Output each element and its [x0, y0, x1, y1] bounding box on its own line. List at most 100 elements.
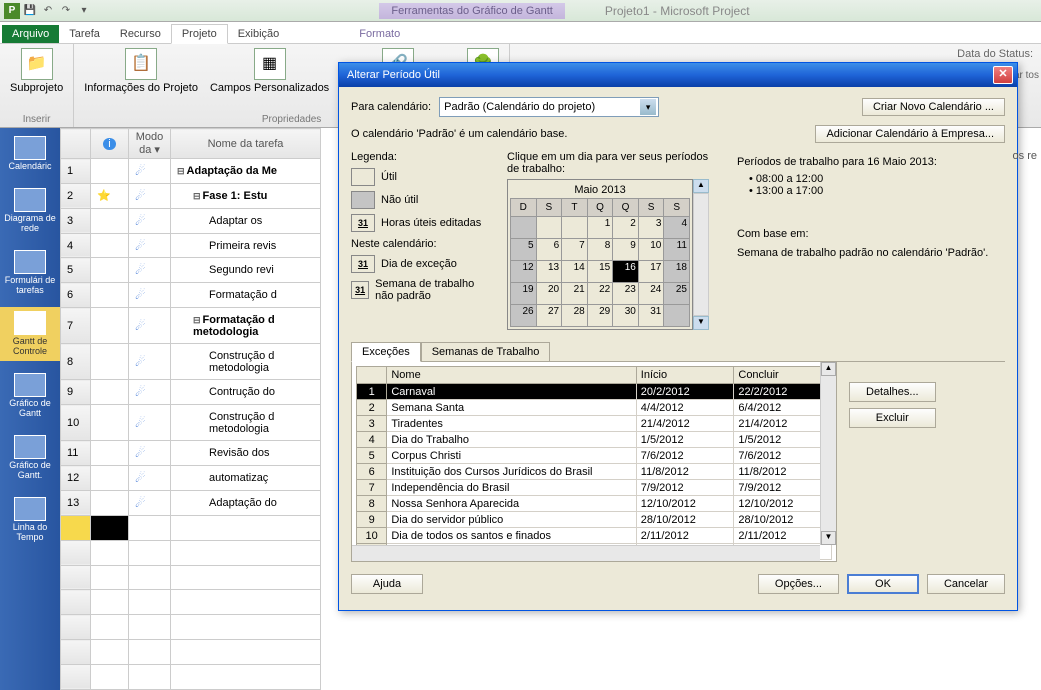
btn-ajuda[interactable]: Ajuda	[351, 574, 423, 594]
exception-row[interactable]: 1Carnaval20/2/201222/2/2012	[357, 384, 832, 400]
btn-add-empresa[interactable]: Adicionar Calendário à Empresa...	[815, 125, 1005, 143]
corner-cell[interactable]	[61, 129, 91, 159]
btn-opcoes[interactable]: Opções...	[758, 574, 839, 594]
view-gráfico-de-gantt[interactable]: Gráfico de Gantt	[0, 369, 60, 423]
exception-row[interactable]: 2Semana Santa4/4/20126/4/2012	[357, 400, 832, 416]
truncated-right: os re	[1013, 150, 1037, 162]
cal-scroll-up[interactable]: ▲	[693, 179, 709, 193]
view-calendáric[interactable]: Calendáric	[0, 132, 60, 176]
periods-heading: Períodos de trabalho para 16 Maio 2013:	[737, 155, 1001, 169]
col-info[interactable]: i	[91, 129, 129, 159]
cal-scroll-down[interactable]: ▼	[693, 316, 709, 330]
tab-formato[interactable]: Formato	[349, 25, 410, 43]
dialog-title: Alterar Período Útil	[347, 69, 993, 81]
group-inserir-label: Inserir	[6, 113, 67, 126]
legend-nonworking: Não útil	[381, 194, 418, 206]
exception-row[interactable]: 3Tiradentes21/4/201221/4/2012	[357, 416, 832, 432]
tab-tarefa[interactable]: Tarefa	[59, 25, 110, 43]
task-row[interactable]: 12☄automatizaç	[61, 466, 321, 491]
btn-ok[interactable]: OK	[847, 574, 919, 594]
view-gantt-de-controle[interactable]: Gantt de Controle	[0, 307, 60, 361]
task-row[interactable]: 10☄Construção d metodologia	[61, 405, 321, 441]
info-icon: 📋	[125, 48, 157, 80]
cal-scrollbar[interactable]	[693, 193, 709, 316]
ribbon-tabs: Arquivo Tarefa Recurso Projeto Exibição …	[0, 22, 1041, 44]
view-icon	[14, 373, 46, 397]
btn-cancelar[interactable]: Cancelar	[927, 574, 1005, 594]
tab-projeto[interactable]: Projeto	[171, 24, 228, 44]
view-gráfico-de-gantt.[interactable]: Gráfico de Gantt.	[0, 431, 60, 485]
subprojeto-icon: 📁	[21, 48, 53, 80]
task-row[interactable]: 4☄Primeira revis	[61, 233, 321, 258]
btn-detalhes[interactable]: Detalhes...	[849, 382, 936, 402]
task-row[interactable]: 11☄Revisão dos	[61, 441, 321, 466]
legend-exception-icon: 31	[351, 255, 375, 273]
exc-scroll-h[interactable]	[352, 545, 820, 561]
para-calendario-label: Para calendário:	[351, 101, 431, 113]
click-day-label: Clique em um dia para ver seus períodos …	[507, 151, 717, 175]
dialog-titlebar[interactable]: Alterar Período Útil ✕	[339, 63, 1017, 87]
redo-icon[interactable]: ↷	[58, 3, 74, 19]
titlebar: P 💾 ↶ ↷ ▾ Ferramentas do Gráfico de Gant…	[0, 0, 1041, 22]
app-icon[interactable]: P	[4, 3, 20, 19]
task-row[interactable]: 2⭐☄⊟Fase 1: Estu	[61, 183, 321, 208]
exception-row[interactable]: 6Instituição dos Cursos Jurídicos do Bra…	[357, 464, 832, 480]
tab-excecoes[interactable]: Exceções	[351, 342, 421, 362]
task-row[interactable]: 13☄Adaptação do	[61, 490, 321, 515]
tab-semanas[interactable]: Semanas de Trabalho	[421, 342, 551, 362]
col-nome[interactable]: Nome da tarefa	[171, 129, 321, 159]
undo-icon[interactable]: ↶	[40, 3, 56, 19]
mini-calendar[interactable]: Maio 2013 DSTQQSS12345678910111213141516…	[507, 179, 693, 330]
exc-scroll-v[interactable]: ▲ ▼	[820, 362, 836, 545]
base-calendar-note: O calendário 'Padrão' é um calendário ba…	[351, 128, 567, 140]
task-row[interactable]: 5☄Segundo revi	[61, 258, 321, 283]
btn-novo-calendario[interactable]: Criar Novo Calendário ...	[862, 98, 1005, 116]
view-diagrama-de-rede[interactable]: Diagrama de rede	[0, 184, 60, 238]
task-row[interactable]: 8☄Construção d metodologia	[61, 344, 321, 380]
view-icon	[14, 497, 46, 521]
exc-col-inicio[interactable]: Início	[636, 367, 734, 384]
tab-file[interactable]: Arquivo	[2, 25, 59, 43]
exception-row[interactable]: 9Dia do servidor público28/10/201228/10/…	[357, 512, 832, 528]
exc-col-num[interactable]	[357, 367, 387, 384]
btn-info-projeto[interactable]: 📋Informações do Projeto	[80, 46, 202, 97]
exc-col-nome[interactable]: Nome	[387, 367, 636, 384]
task-row[interactable]: 3☄Adaptar os	[61, 208, 321, 233]
task-row[interactable]: 6☄Formatação d	[61, 283, 321, 308]
btn-excluir[interactable]: Excluir	[849, 408, 936, 428]
save-icon[interactable]: 💾	[22, 3, 38, 19]
app-title: Projeto1 - Microsoft Project	[605, 4, 750, 18]
exception-row[interactable]: 4Dia do Trabalho1/5/20121/5/2012	[357, 432, 832, 448]
exception-row[interactable]: 5Corpus Christi7/6/20127/6/2012	[357, 448, 832, 464]
task-row[interactable]: 7☄⊟Formatação d metodologia	[61, 308, 321, 344]
exception-row[interactable]: 10Dia de todos os santos e finados2/11/2…	[357, 528, 832, 544]
view-linha-do-tempo[interactable]: Linha do Tempo	[0, 493, 60, 547]
calendar-combo[interactable]: Padrão (Calendário do projeto)	[439, 97, 659, 117]
view-icon	[14, 188, 46, 212]
exceptions-list[interactable]: Nome Início Concluir 1Carnaval20/2/20122…	[351, 362, 837, 562]
exception-row[interactable]: 7Independência do Brasil7/9/20127/9/2012	[357, 480, 832, 496]
btn-campos[interactable]: ▦Campos Personalizados	[206, 46, 333, 97]
tab-recurso[interactable]: Recurso	[110, 25, 171, 43]
legend-working: Útil	[381, 171, 397, 183]
exc-col-concluir[interactable]: Concluir	[734, 367, 832, 384]
base-on-text: Semana de trabalho padrão no calendário …	[737, 246, 1001, 260]
base-on-label: Com base em:	[737, 227, 1001, 241]
exception-row[interactable]: 8Nossa Senhora Aparecida12/10/201212/10/…	[357, 496, 832, 512]
view-formulári-de-tarefas[interactable]: Formulári de tarefas	[0, 246, 60, 300]
legend-nondefault: Semana de trabalho não padrão	[375, 278, 491, 302]
tab-exibicao[interactable]: Exibição	[228, 25, 290, 43]
period-2: 13:00 a 17:00	[749, 185, 1001, 197]
legend-edited-icon: 31	[351, 214, 375, 232]
btn-subprojeto[interactable]: 📁 Subprojeto	[6, 46, 67, 97]
close-icon[interactable]: ✕	[993, 66, 1013, 84]
contextual-tab-title: Ferramentas do Gráfico de Gantt	[379, 3, 564, 19]
legend-nondefault-icon: 31	[351, 281, 369, 299]
view-bar: Calendáric Diagrama de rede Formulári de t…	[0, 128, 60, 690]
legend-exception: Dia de exceção	[381, 258, 457, 270]
task-row[interactable]: 1☄⊟Adaptação da Me	[61, 159, 321, 184]
task-row[interactable]: 9☄Contrução do	[61, 380, 321, 405]
legend-edited: Horas úteis editadas	[381, 217, 481, 229]
qat-dropdown-icon[interactable]: ▾	[76, 3, 92, 19]
col-modo[interactable]: Modo da ▾	[129, 129, 171, 159]
